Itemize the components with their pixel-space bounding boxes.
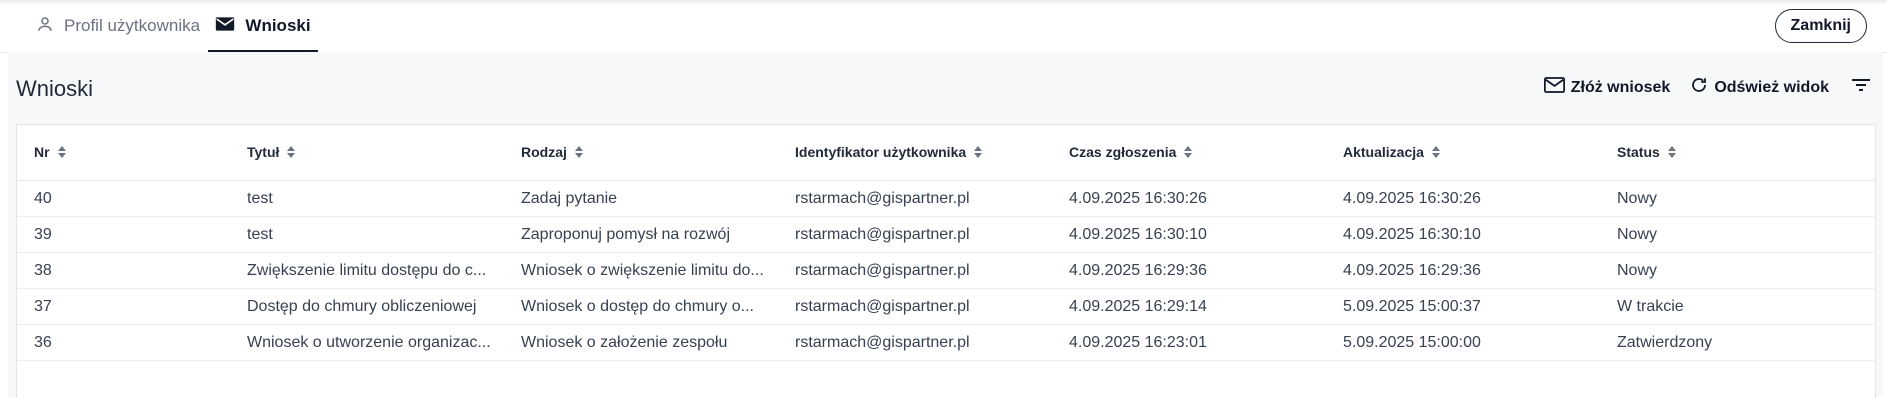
submit-request-label: Złóż wniosek — [1570, 78, 1671, 96]
cell-updated: 4.09.2025 16:29:36 — [1343, 262, 1481, 279]
cell-updated: 5.09.2025 15:00:00 — [1343, 334, 1481, 351]
filter-icon — [1851, 77, 1871, 98]
cell-submitted: 4.09.2025 16:29:36 — [1069, 262, 1207, 279]
table-header: Nr Tytuł Rodzaj Identyfikator użytkownik… — [17, 125, 1875, 181]
tab-label: Wnioski — [245, 16, 311, 35]
submit-request-button[interactable]: Złóż wniosek — [1543, 77, 1671, 98]
table-row[interactable]: 39 test Zaproponuj pomysł na rozwój rsta… — [17, 217, 1875, 253]
tab-user-profile[interactable]: Profil użytkownika — [36, 0, 200, 52]
sort-icon — [1184, 146, 1193, 158]
user-icon — [36, 15, 54, 38]
sort-icon — [57, 146, 66, 158]
cell-user-id: rstarmach@gispartner.pl — [795, 334, 970, 351]
column-label: Rodzaj — [521, 144, 567, 160]
page-title: Wnioski — [16, 76, 94, 101]
cell-type: Zaproponuj pomysł na rozwój — [521, 226, 730, 243]
cell-status: Nowy — [1617, 262, 1658, 279]
cell-type: Wniosek o zwiększenie limitu do... — [521, 262, 764, 279]
refresh-view-label: Odśwież widok — [1714, 78, 1829, 96]
cell-submitted: 4.09.2025 16:30:10 — [1069, 226, 1207, 243]
cell-updated: 4.09.2025 16:30:26 — [1343, 190, 1481, 207]
table-row[interactable]: 36 Wniosek o utworzenie organizac... Wni… — [17, 325, 1875, 361]
table-row[interactable]: 38 Zwiększenie limitu dostępu do c... Wn… — [17, 253, 1875, 289]
sort-icon — [574, 146, 583, 158]
refresh-icon — [1690, 76, 1708, 99]
sort-icon — [1667, 146, 1676, 158]
cell-title: test — [247, 190, 273, 207]
cell-nr: 37 — [34, 298, 52, 315]
cell-title: Wniosek o utworzenie organizac... — [247, 334, 491, 351]
toolbar: Złóż wniosek Odśwież widok — [1524, 76, 1871, 99]
column-label: Nr — [34, 144, 50, 160]
mail-icon — [215, 16, 235, 37]
sort-icon — [1431, 146, 1440, 158]
cell-type: Wniosek o dostęp do chmury o... — [521, 298, 754, 315]
column-label: Status — [1617, 144, 1660, 160]
column-label: Tytuł — [247, 144, 280, 160]
cell-user-id: rstarmach@gispartner.pl — [795, 262, 970, 279]
cell-submitted: 4.09.2025 16:23:01 — [1069, 334, 1207, 351]
cell-title: test — [247, 226, 273, 243]
column-header-type[interactable]: Rodzaj — [521, 144, 583, 160]
sort-icon — [287, 146, 296, 158]
close-button[interactable]: Zamknij — [1774, 9, 1867, 43]
cell-status: Zatwierdzony — [1617, 334, 1713, 351]
column-label: Aktualizacja — [1343, 144, 1424, 160]
sort-icon — [974, 146, 983, 158]
cell-submitted: 4.09.2025 16:29:14 — [1069, 298, 1207, 315]
requests-table: Nr Tytuł Rodzaj Identyfikator użytkownik… — [16, 124, 1876, 398]
cell-user-id: rstarmach@gispartner.pl — [795, 190, 970, 207]
refresh-view-button[interactable]: Odśwież widok — [1690, 76, 1829, 99]
cell-nr: 40 — [34, 190, 52, 207]
filter-button[interactable] — [1851, 77, 1871, 98]
cell-title: Dostęp do chmury obliczeniowej — [247, 298, 477, 315]
column-header-status[interactable]: Status — [1617, 144, 1676, 160]
column-header-title[interactable]: Tytuł — [247, 144, 296, 160]
top-bar: Profil użytkownika Wnioski Zamknij — [0, 0, 1887, 53]
column-header-updated[interactable]: Aktualizacja — [1343, 144, 1440, 160]
cell-type: Zadaj pytanie — [521, 190, 618, 207]
cell-title: Zwiększenie limitu dostępu do c... — [247, 262, 487, 279]
table-row[interactable]: 40 test Zadaj pytanie rstarmach@gispartn… — [17, 181, 1875, 217]
mail-outline-icon — [1543, 77, 1565, 98]
column-label: Czas zgłoszenia — [1069, 144, 1177, 160]
cell-nr: 38 — [34, 262, 52, 279]
cell-status: Nowy — [1617, 226, 1658, 243]
cell-nr: 36 — [34, 334, 52, 351]
column-header-submitted[interactable]: Czas zgłoszenia — [1069, 144, 1193, 160]
cell-submitted: 4.09.2025 16:30:26 — [1069, 190, 1207, 207]
cell-type: Wniosek o założenie zespołu — [521, 334, 728, 351]
cell-updated: 5.09.2025 15:00:37 — [1343, 298, 1481, 315]
cell-status: W trakcie — [1617, 298, 1684, 315]
cell-updated: 4.09.2025 16:30:10 — [1343, 226, 1481, 243]
cell-status: Nowy — [1617, 190, 1658, 207]
tab-requests[interactable]: Wnioski — [208, 0, 318, 52]
column-header-user-id[interactable]: Identyfikator użytkownika — [795, 144, 983, 160]
cell-nr: 39 — [34, 226, 52, 243]
cell-user-id: rstarmach@gispartner.pl — [795, 226, 970, 243]
column-header-nr[interactable]: Nr — [34, 144, 66, 160]
cell-user-id: rstarmach@gispartner.pl — [795, 298, 970, 315]
column-label: Identyfikator użytkownika — [795, 144, 967, 160]
table-row[interactable]: 37 Dostęp do chmury obliczeniowej Wniose… — [17, 289, 1875, 325]
tab-label: Profil użytkownika — [64, 16, 201, 35]
